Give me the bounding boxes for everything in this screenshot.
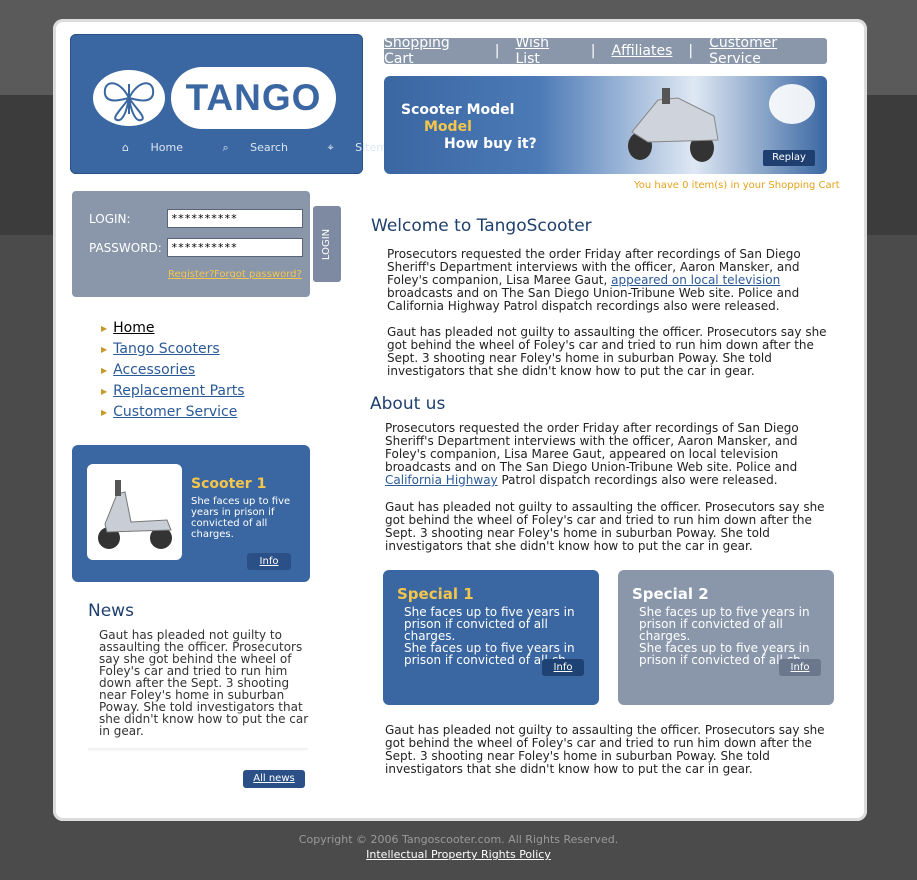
- home-icon: ⌂: [122, 141, 129, 154]
- top-nav: Shopping Cart | Wish List | Affiliates |…: [384, 35, 827, 67]
- login-button-label: LOGIN: [321, 228, 333, 260]
- replay-button[interactable]: Replay: [763, 150, 815, 166]
- about-text: Patrol dispatch recordings also were rel…: [497, 473, 778, 487]
- banner-subtitle: Model: [424, 119, 472, 135]
- special-1-title: Special 1: [397, 585, 474, 603]
- login-label: LOGIN:: [89, 212, 131, 226]
- arrow-icon: ▶: [101, 365, 108, 375]
- news-text: Gaut has pleaded not guilty to assaultin…: [99, 628, 309, 738]
- banner-question: How buy it?: [444, 136, 537, 152]
- special-1-text: She faces up to five years in prison if …: [404, 605, 575, 643]
- menu-item-label[interactable]: Tango Scooters: [113, 341, 219, 357]
- product-info-button[interactable]: Info: [247, 553, 291, 570]
- nav-wish-list[interactable]: Wish List: [515, 35, 574, 67]
- menu-item-label[interactable]: Customer Service: [113, 404, 237, 420]
- california-highway-link[interactable]: California Highway: [385, 473, 498, 487]
- menu-item-customer-service[interactable]: ▶ Customer Service: [101, 404, 245, 421]
- nav-customer-service[interactable]: Customer Service: [709, 35, 827, 67]
- banner-title: Scooter Model: [401, 102, 515, 118]
- welcome-paragraph-1: Prosecutors requested the order Friday a…: [387, 248, 827, 313]
- welcome-paragraph-2: Gaut has pleaded not guilty to assaultin…: [387, 325, 827, 378]
- nav-shopping-cart[interactable]: Shopping Cart: [384, 35, 479, 67]
- menu-item-tango-scooters[interactable]: ▶ Tango Scooters: [101, 341, 245, 358]
- brand-logo[interactable]: TANGO: [171, 67, 336, 129]
- welcome-text: broadcasts and on The San Diego Union-Tr…: [387, 286, 800, 313]
- news-divider: [88, 748, 308, 752]
- password-label: PASSWORD:: [89, 241, 162, 255]
- nav-separator: |: [688, 43, 694, 59]
- product-title: Scooter 1: [191, 476, 267, 492]
- search-link-label: Search: [250, 141, 288, 154]
- scooter-image: [87, 464, 182, 560]
- cart-status: You have 0 item(s) in your Shopping Cart: [634, 180, 840, 191]
- menu-item-replacement-parts[interactable]: ▶ Replacement Parts: [101, 383, 245, 400]
- about-heading: About us: [370, 394, 446, 414]
- about-paragraph-2: Gaut has pleaded not guilty to assaultin…: [385, 500, 825, 553]
- arrow-icon: ▶: [101, 407, 108, 417]
- copyright-text: Copyright © 2006 Tangoscooter.com. All R…: [298, 833, 619, 846]
- menu-item-accessories[interactable]: ▶ Accessories: [101, 362, 245, 379]
- search-link[interactable]: ⌕ Search: [222, 141, 305, 154]
- register-link[interactable]: Register?: [168, 269, 214, 280]
- bottom-paragraph: Gaut has pleaded not guilty to assaultin…: [385, 723, 825, 776]
- arrow-icon: ▶: [101, 344, 108, 354]
- scooter-banner-image: [618, 80, 728, 166]
- ip-policy-link[interactable]: Intellectual Property Rights Policy: [0, 848, 917, 861]
- sitemap-icon: ⌖: [327, 141, 334, 154]
- nav-affiliates[interactable]: Affiliates: [612, 43, 673, 59]
- forgot-password-link[interactable]: Forgot password?: [214, 269, 302, 280]
- product-description: She faces up to five years in prison if …: [191, 496, 291, 540]
- menu-item-label[interactable]: Home: [113, 320, 154, 336]
- arrow-icon: ▶: [101, 386, 108, 396]
- side-menu: ▶ Home ▶ Tango Scooters ▶ Accessories ▶ Repl…: [101, 320, 245, 425]
- nav-separator: |: [494, 43, 500, 59]
- about-paragraph-1: Prosecutors requested the order Friday a…: [385, 422, 825, 487]
- login-button[interactable]: LOGIN: [313, 206, 341, 282]
- password-input[interactable]: [167, 238, 303, 257]
- home-link[interactable]: ⌂ Home: [122, 141, 201, 154]
- login-input[interactable]: [167, 209, 303, 228]
- butterfly-icon: [769, 84, 815, 124]
- special-1-info-button[interactable]: Info: [542, 659, 584, 676]
- special-2-text: She faces up to five years in prison if …: [639, 605, 810, 643]
- menu-item-label[interactable]: Replacement Parts: [113, 383, 244, 399]
- search-icon: ⌕: [222, 141, 229, 154]
- news-heading: News: [88, 601, 134, 621]
- special-2-title: Special 2: [632, 585, 709, 603]
- welcome-heading: Welcome to TangoScooter: [371, 216, 592, 236]
- butterfly-logo-icon: [93, 70, 165, 126]
- tv-link[interactable]: appeared on local television: [611, 273, 780, 287]
- home-link-label: Home: [150, 141, 183, 154]
- special-2-info-button[interactable]: Info: [779, 659, 821, 676]
- menu-item-home[interactable]: ▶ Home: [101, 320, 245, 337]
- all-news-button[interactable]: All news: [243, 770, 305, 788]
- arrow-icon: ▶: [101, 323, 108, 333]
- about-text: Prosecutors requested the order Friday a…: [385, 421, 799, 474]
- nav-separator: |: [590, 43, 596, 59]
- menu-item-label[interactable]: Accessories: [113, 362, 195, 378]
